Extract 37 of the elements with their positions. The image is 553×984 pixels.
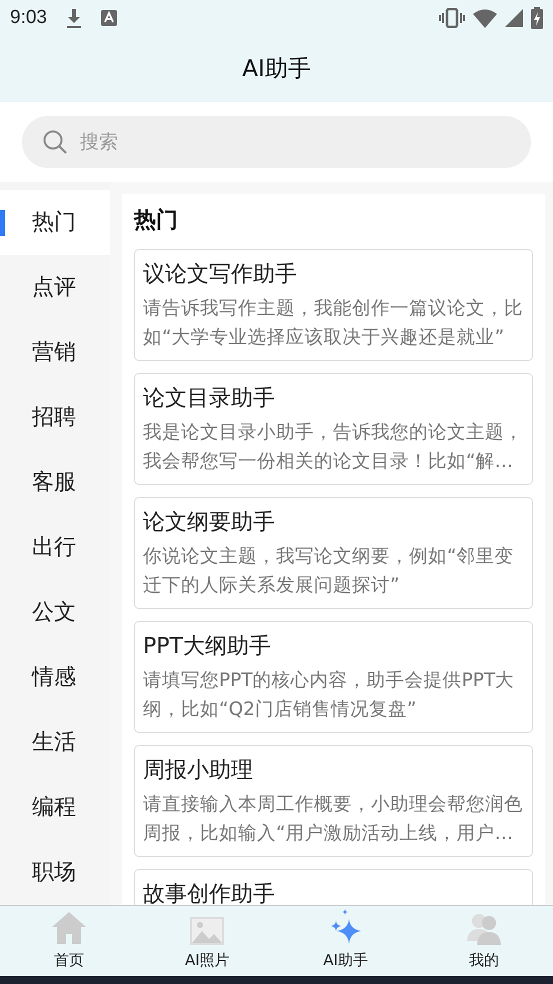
card-title: 故事创作助手 <box>143 881 276 905</box>
wifi-icon <box>473 8 497 28</box>
page-title: AI助手 <box>242 54 311 84</box>
nav-tab[interactable]: 我的 <box>414 906 553 976</box>
home-icon <box>51 910 88 944</box>
battery-icon <box>531 7 543 29</box>
card-title: PPT大纲助手 <box>143 633 272 661</box>
text-notification-icon <box>100 10 117 26</box>
download-icon <box>64 8 83 28</box>
nav-tab[interactable]: AI助手 <box>276 906 415 976</box>
card-description: 请直接输入本周工作概要，小助理会帮您润色周报，比如输入“用户激励活动上线，用户… <box>143 793 524 846</box>
assistant-card[interactable]: 论文目录助手 我是论文目录小助手，告诉我您的论文主题，我会帮您写一份相关的论文目录！比如“解… <box>134 373 533 485</box>
search-field[interactable]: 搜索 <box>22 116 531 168</box>
card-description: 请填写您PPT的核心内容，助手会提供PPT大纲，比如“Q2门店销售情况复盘” <box>143 669 516 722</box>
card-title: 周报小助理 <box>143 757 254 785</box>
section-title: 热门 <box>134 206 178 235</box>
assistant-card[interactable]: 论文纲要助手 你说论文主题，我写论文纲要，例如“邻里变迁下的人际关系发展问题探讨” <box>134 497 533 609</box>
card-description: 请告诉我写作主题，我能创作一篇议论文，比如“大学专业选择应该取决于兴趣还是就业” <box>143 297 524 350</box>
assistant-card[interactable]: 议论文写作助手 请告诉我写作主题，我能创作一篇议论文，比如“大学专业选择应该取决于兴趣还是就业” <box>134 249 533 361</box>
signal-icon <box>505 9 523 27</box>
card-title: 论文纲要助手 <box>143 509 276 537</box>
assistant-card[interactable]: 周报小助理 请直接输入本周工作概要，小助理会帮您润色周报，比如输入“用户激励活动上线，用户… <box>134 745 533 857</box>
card-title: 议论文写作助手 <box>143 261 298 289</box>
search-icon <box>42 129 68 155</box>
sparkle-icon <box>328 908 363 944</box>
status-time: 9:03 <box>10 6 47 30</box>
image-icon <box>190 916 224 944</box>
card-title: 论文目录助手 <box>143 385 276 413</box>
search-input[interactable]: 搜索 <box>80 128 511 156</box>
assistant-card[interactable]: 故事创作助手 <box>134 869 533 905</box>
card-description: 你说论文主题，我写论文纲要，例如“邻里变迁下的人际关系发展问题探讨” <box>143 545 515 598</box>
card-description: 我是论文目录小助手，告诉我您的论文主题，我会帮您写一份相关的论文目录！比如“解… <box>143 421 524 474</box>
category-tab[interactable]: 热门 <box>0 190 110 255</box>
vibrate-icon <box>439 8 465 28</box>
nav-tab[interactable]: 首页 <box>0 906 138 976</box>
nav-tab[interactable]: AI照片 <box>138 906 276 976</box>
assistant-card[interactable]: PPT大纲助手 请填写您PPT的核心内容，助手会提供PPT大纲，比如“Q2门店销售情况复盘” <box>134 621 533 733</box>
